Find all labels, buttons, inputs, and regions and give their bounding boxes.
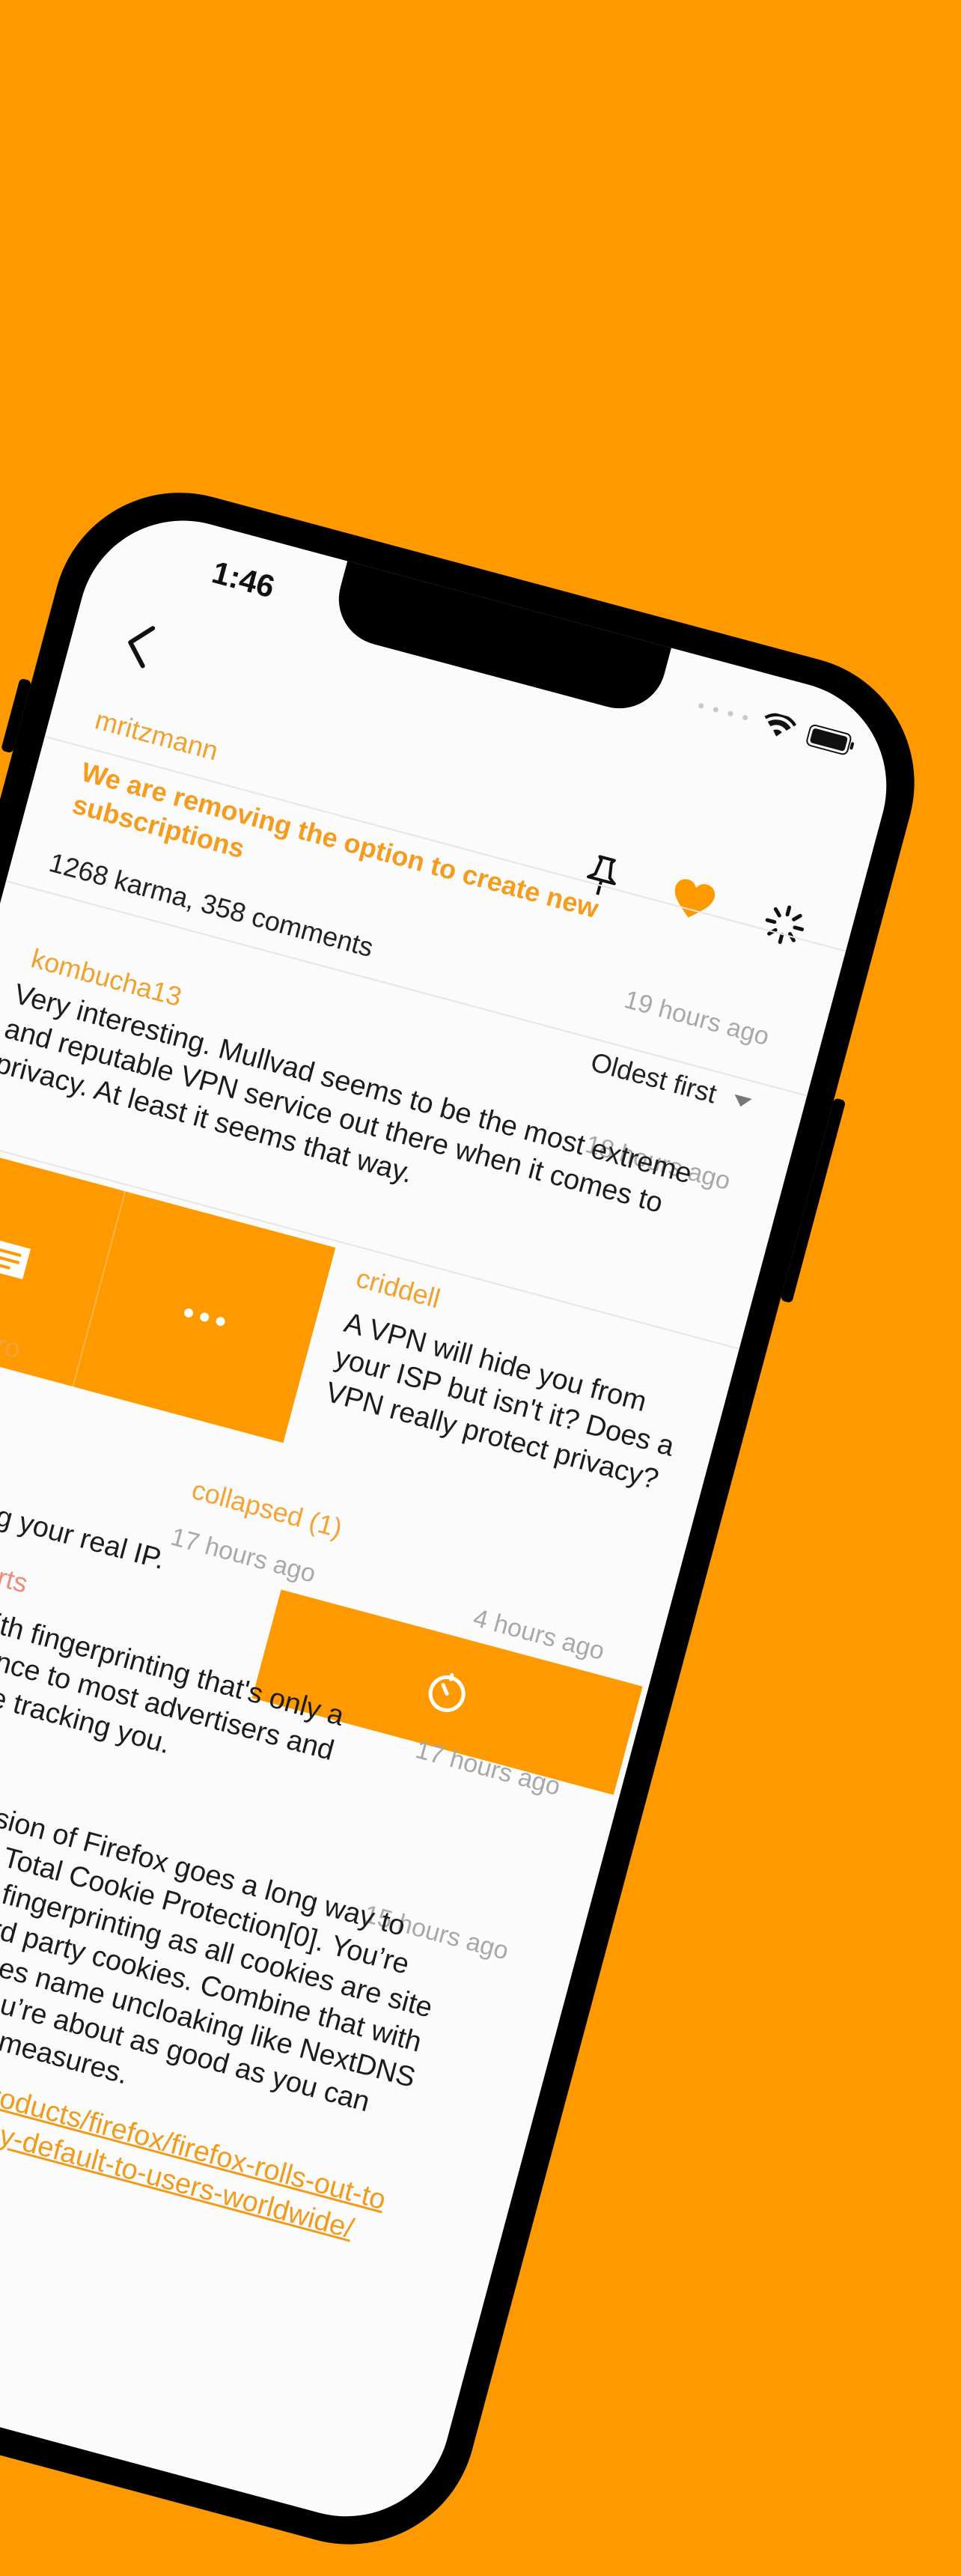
chat-bubble-icon xyxy=(0,1237,31,1279)
caret-down-icon xyxy=(734,1094,752,1107)
notch xyxy=(328,553,674,719)
signal-dots-icon: • • • • xyxy=(695,693,754,729)
post-author[interactable]: mritzmann xyxy=(92,704,222,767)
chevron-left-icon xyxy=(128,626,156,669)
spinner-icon xyxy=(765,905,805,944)
comment-author[interactable]: criddell xyxy=(353,1262,444,1315)
battery-icon xyxy=(805,723,857,758)
mute-switch xyxy=(1,678,32,754)
comment-text: A VPN will hide you from your ISP but is… xyxy=(322,1307,678,1496)
timer-icon xyxy=(428,1672,466,1712)
app-screen: 1:46 • • • • mritzmann We are removing t… xyxy=(0,497,910,2540)
wifi-icon xyxy=(760,710,798,742)
status-time: 1:46 xyxy=(208,554,278,605)
post-time: 19 hours ago xyxy=(621,985,772,1052)
phone-frame: 1:46 • • • • mritzmann We are removing t… xyxy=(0,464,943,2573)
status-icons: • • • • xyxy=(695,693,857,758)
spinner-button[interactable] xyxy=(758,899,811,954)
back-button[interactable] xyxy=(118,619,159,674)
sort-dropdown[interactable]: Oldest first xyxy=(588,1046,754,1119)
ellipsis-icon xyxy=(184,1308,225,1327)
